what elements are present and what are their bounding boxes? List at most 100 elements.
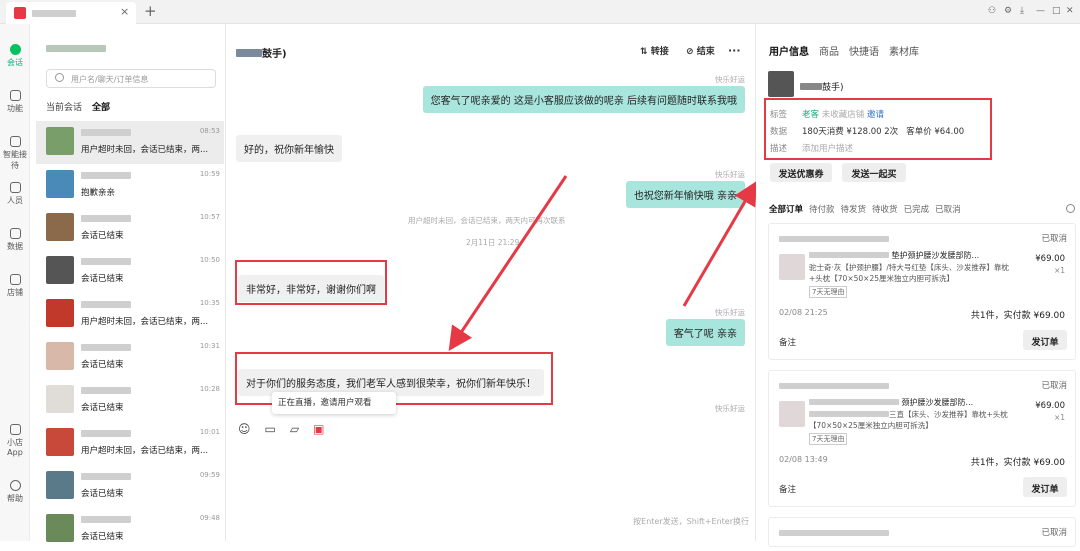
help-icon [9, 480, 21, 491]
order-tab-all[interactable]: 全部订单 [769, 205, 803, 215]
order-total: 共1件，实付款 ¥69.00 [970, 311, 1065, 321]
nav-item-data[interactable]: 数据 [0, 228, 30, 252]
nav-item-store[interactable]: 店铺 [0, 274, 30, 298]
conversation-item[interactable]: 10:35 用户超时未回，会话已结束，两... [36, 293, 224, 336]
conversation-item[interactable]: 10:28 会话已结束 [36, 379, 224, 422]
nav-label: 店铺 [7, 288, 23, 297]
conversation-preview: 会话已结束 [81, 360, 124, 370]
conversation-list: 用户名/聊天/订单信息 当前会话 全部 08:53 用户超时未回，会话已结束，两..… [30, 24, 226, 542]
conversation-name [81, 344, 131, 351]
product-title-text: 垫护颈护腰沙发腰部防... [891, 251, 980, 260]
conversation-item[interactable]: 10:31 会话已结束 [36, 336, 224, 379]
conversation-name [81, 387, 131, 394]
order-search-icon[interactable] [1066, 204, 1075, 213]
user-avatar [768, 71, 794, 97]
nav-item-staff[interactable]: 人员 [0, 182, 30, 206]
avatar [46, 127, 74, 155]
nav-item-smart-reception[interactable]: 智能接待 [0, 136, 30, 171]
account-name [46, 44, 106, 55]
nav-item-help[interactable]: 帮助 [0, 480, 30, 504]
user-name: 鼓手) [800, 80, 844, 93]
conversation-time: 10:28 [199, 385, 220, 393]
conversation-name [81, 516, 131, 523]
order-tab-completed[interactable]: 已完成 [904, 205, 930, 215]
send-group-buy-button[interactable]: 发送一起买 [842, 163, 906, 182]
order-tab-to-ship[interactable]: 待发货 [841, 205, 867, 215]
avatar [46, 299, 74, 327]
nav-item-chat[interactable]: 会话 [0, 44, 30, 68]
nav-label: 人员 [7, 196, 23, 205]
search-input[interactable]: 用户名/聊天/订单信息 [46, 69, 216, 88]
filter-all[interactable]: 全部 [92, 103, 110, 113]
conversation-time: 10:01 [199, 428, 220, 436]
browser-tab[interactable]: × [6, 2, 136, 24]
conversation-item[interactable]: 09:59 会话已结束 [36, 465, 224, 508]
maximize-button[interactable]: □ [1052, 6, 1061, 16]
info-panel: 用户信息 商品 快捷语 素材库 鼓手) 标签 老客 未收藏店铺 邀请 数据 180天消费 … [756, 24, 1080, 547]
annotation-arrows [448, 175, 756, 351]
close-window-button[interactable]: ✕ [1066, 6, 1074, 16]
send-order-button[interactable]: 发订单 [1023, 330, 1067, 350]
send-order-button[interactable]: 发订单 [1023, 477, 1067, 497]
people-icon [9, 182, 21, 193]
conversation-preview: 会话已结束 [81, 231, 124, 241]
order-total: 共1件，实付款 ¥69.00 [970, 458, 1065, 468]
tab-title [32, 10, 76, 17]
product-title: 垫护颈护腰沙发腰部防... [809, 250, 1019, 261]
order-tab-cancelled[interactable]: 已取消 [935, 205, 961, 215]
conversation-name [81, 172, 131, 179]
annotation-arrow [448, 175, 568, 351]
chat-icon [9, 44, 21, 55]
tab-products[interactable]: 商品 [819, 47, 839, 58]
tab-quick-replies[interactable]: 快捷语 [849, 47, 879, 58]
product-title: 颈护腰沙发腰部防... [809, 397, 1019, 408]
order-card: 已取消 [768, 517, 1076, 547]
product-spec: 三直【床头、沙发推荐】靠枕+头枕【70×50×25厘米独立内胆可拆洗】 [809, 409, 1019, 431]
conversation-item[interactable]: 08:53 用户超时未回，会话已结束，两... [36, 121, 224, 164]
conversation-preview: 会话已结束 [81, 403, 124, 413]
nav-label: 数据 [7, 242, 23, 251]
order-id [779, 236, 889, 242]
product-qty: ×1 [1053, 413, 1065, 422]
tab-user-info[interactable]: 用户信息 [769, 47, 809, 58]
avatar [46, 514, 74, 542]
order-note[interactable]: 备注 [779, 483, 796, 495]
order-status: 已取消 [1041, 234, 1067, 244]
nav-label: 小店App [7, 438, 23, 457]
nav-label: 功能 [7, 104, 23, 113]
conversation-preview: 抱歉亲亲 [81, 188, 116, 198]
conversation-name [81, 473, 131, 480]
nav-item-app[interactable]: 小店App [0, 424, 30, 457]
product-image [779, 254, 805, 280]
conversation-time: 10:57 [199, 213, 220, 221]
send-coupon-button[interactable]: 发送优惠券 [770, 163, 832, 182]
conversation-item[interactable]: 10:57 会话已结束 [36, 207, 224, 250]
tab-materials[interactable]: 素材库 [889, 47, 919, 58]
chart-icon [9, 228, 21, 239]
pin-icon[interactable]: ⤓ [1020, 6, 1024, 16]
order-note[interactable]: 备注 [779, 336, 796, 348]
close-tab-icon[interactable]: × [120, 5, 129, 18]
conversation-item[interactable]: 09:48 会话已结束 [36, 508, 224, 551]
conversation-name [81, 129, 131, 136]
filter-current[interactable]: 当前会话 [46, 103, 82, 113]
user-icon[interactable]: ⚇ [988, 6, 996, 16]
conversation-name [81, 301, 131, 308]
settings-icon[interactable]: ⚙ [1004, 6, 1012, 16]
left-nav: 会话 功能 智能接待 人员 数据 店铺 小店App 帮助 [0, 24, 30, 541]
nav-item-features[interactable]: 功能 [0, 90, 30, 114]
conversation-item[interactable]: 10:59 抱歉亲亲 [36, 164, 224, 207]
order-tab-unpaid[interactable]: 待付款 [809, 205, 835, 215]
new-tab-button[interactable]: + [144, 2, 157, 20]
conversation-item[interactable]: 10:01 用户超时未回，会话已结束，两... [36, 422, 224, 465]
minimize-button[interactable]: — [1036, 6, 1045, 16]
conversation-item[interactable]: 10:50 会话已结束 [36, 250, 224, 293]
order-tab-to-receive[interactable]: 待收货 [872, 205, 898, 215]
conversation-time: 10:59 [199, 170, 220, 178]
robot-icon [9, 136, 21, 147]
order-id [779, 383, 889, 389]
avatar [46, 342, 74, 370]
return-tag: 7天无理由 [809, 433, 848, 445]
avatar [46, 385, 74, 413]
avatar [46, 213, 74, 241]
